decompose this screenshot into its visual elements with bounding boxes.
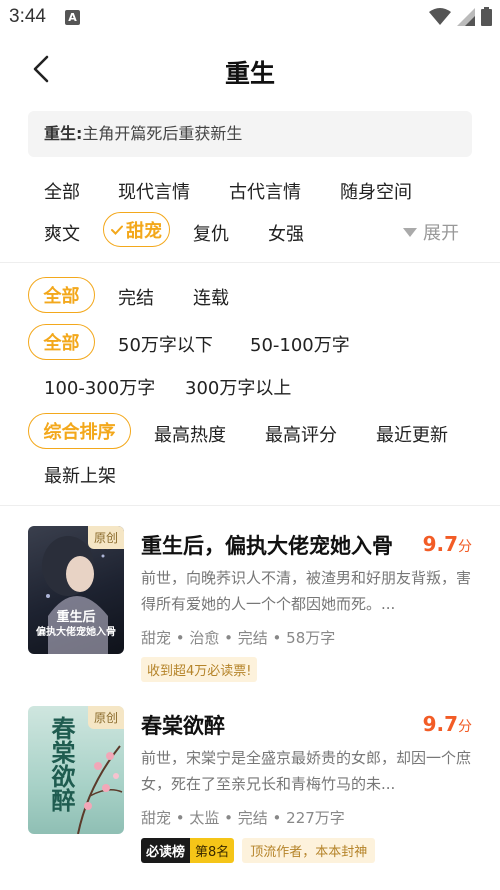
- must-read-rank: 第8名: [190, 838, 235, 863]
- book-meta: 甜宠 • 治愈 • 完结 • 58万字: [141, 629, 336, 647]
- must-read-rank-badge: 必读榜 第8名: [141, 838, 235, 863]
- book-description: 前世，向晚荞识人不清，被渣男和好朋友背叛，害得所有爱她的人一个个都因她而死。..…: [141, 569, 472, 613]
- wordcount-filter-100-300[interactable]: 100-300万字: [44, 374, 155, 400]
- triangle-down-icon: [403, 227, 417, 237]
- category-sweet-selected[interactable]: 甜宠: [103, 212, 170, 247]
- book-title[interactable]: 重生后，偏执大佬宠她入骨: [141, 530, 393, 560]
- wordcount-filter-over-300[interactable]: 300万字以上: [185, 374, 291, 400]
- vote-tag: 收到超4万必读票!: [141, 657, 258, 682]
- wordcount-filter-all[interactable]: 全部: [28, 324, 95, 360]
- cover-title-line2: 偏执大佬宠她入骨: [36, 627, 116, 638]
- book-title[interactable]: 春棠欲醉: [141, 710, 225, 740]
- book-meta: 甜宠 • 太监 • 完结 • 227万字: [141, 809, 345, 827]
- original-badge: 原创: [87, 526, 124, 549]
- signal-icon: [457, 7, 475, 26]
- category-portable-space[interactable]: 随身空间: [340, 178, 412, 204]
- category-ancient-romance[interactable]: 古代言情: [229, 178, 301, 204]
- sort-comprehensive[interactable]: 综合排序: [28, 413, 131, 449]
- sort-newest[interactable]: 最新上架: [44, 462, 116, 488]
- divider: [0, 505, 500, 506]
- category-revenge[interactable]: 复仇: [193, 220, 229, 246]
- status-time: 3:44: [9, 6, 46, 27]
- cover-title: 春棠欲醉: [47, 716, 75, 812]
- book-cover: 原创 重生后 偏执大佬宠她入骨: [28, 526, 124, 654]
- status-filter-finished[interactable]: 完结: [118, 284, 154, 310]
- navigation-bar: 重生: [0, 40, 500, 100]
- wordcount-filter-50-100[interactable]: 50-100万字: [250, 331, 350, 357]
- original-badge: 原创: [87, 706, 124, 729]
- book-cover: 原创 春棠欲醉: [28, 706, 124, 834]
- wordcount-filter-under-50[interactable]: 50万字以下: [118, 331, 213, 357]
- score-unit: 分: [458, 539, 472, 555]
- notification-icon: A: [65, 10, 80, 25]
- status-filter-all[interactable]: 全部: [28, 277, 95, 313]
- sort-top-rated[interactable]: 最高评分: [265, 421, 337, 447]
- score-value: 9.7: [422, 712, 458, 736]
- page-title: 重生: [224, 59, 275, 88]
- expand-label: 展开: [423, 223, 459, 244]
- category-modern-romance[interactable]: 现代言情: [118, 178, 190, 204]
- status-icons: [429, 7, 492, 26]
- book-item[interactable]: 原创 春棠欲醉 春棠欲醉 9.7分 前世，宋棠宁是全盛京最娇贵的女郎，却因一个庶…: [0, 706, 500, 866]
- sort-recently-updated[interactable]: 最近更新: [376, 421, 448, 447]
- expand-button[interactable]: 展开: [403, 219, 459, 245]
- score-unit: 分: [458, 719, 472, 735]
- category-sweet-label: 甜宠: [126, 220, 162, 242]
- score-value: 9.7: [422, 532, 458, 556]
- category-strong-female[interactable]: 女强: [268, 220, 304, 246]
- category-all[interactable]: 全部: [44, 178, 80, 204]
- divider: [0, 262, 500, 263]
- book-item[interactable]: 原创 重生后 偏执大佬宠她入骨 重生后，偏执大佬宠她入骨 9.7分 前世，向晚荞…: [0, 526, 500, 686]
- must-read-label: 必读榜: [141, 838, 191, 863]
- book-score: 9.7分: [423, 532, 472, 556]
- status-filter-serial[interactable]: 连载: [193, 284, 229, 310]
- book-tags: 必读榜 第8名 顶流作者，本本封神: [141, 838, 376, 863]
- topic-description: 重生:主角开篇死后重获新生: [28, 111, 472, 157]
- wifi-icon: [429, 7, 451, 25]
- battery-icon: [481, 7, 492, 26]
- author-tag: 顶流作者，本本封神: [242, 838, 376, 863]
- description-text: 主角开篇死后重获新生: [82, 124, 243, 143]
- category-shuangwen[interactable]: 爽文: [44, 220, 80, 246]
- check-icon: [111, 225, 123, 235]
- book-description: 前世，宋棠宁是全盛京最娇贵的女郎，却因一个庶女，死在了至亲兄长和青梅竹马的未..…: [141, 749, 472, 793]
- sort-hottest[interactable]: 最高热度: [154, 421, 226, 447]
- book-score: 9.7分: [423, 712, 472, 736]
- description-label: 重生:: [44, 124, 83, 143]
- status-bar: 3:44 A: [0, 0, 500, 36]
